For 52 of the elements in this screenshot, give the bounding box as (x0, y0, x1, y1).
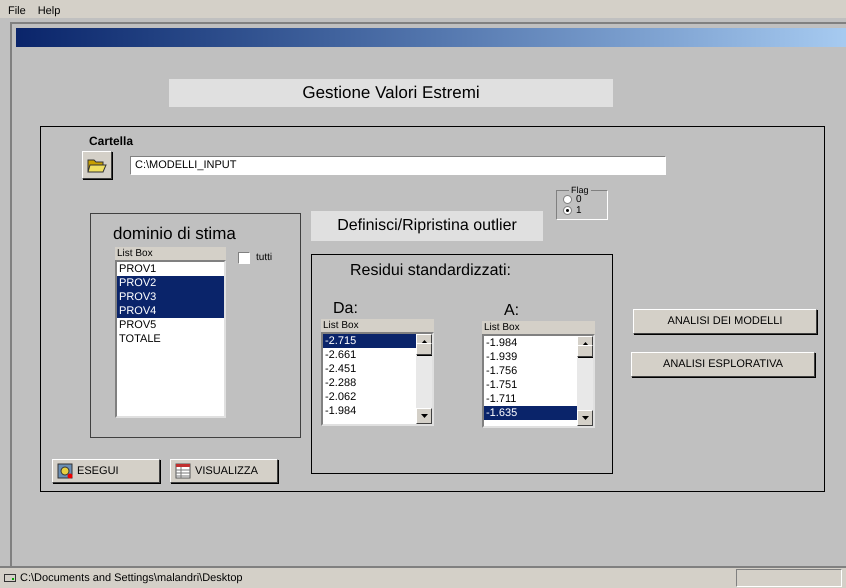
list-item[interactable]: -1.984 (323, 404, 416, 418)
list-box[interactable]: -2.715 -2.661 -2.451 -2.288 -2.062 -1.984 (321, 332, 434, 426)
outlier-label: Definisci/Ripristina outlier (311, 211, 543, 241)
radio-label: 0 (576, 194, 582, 205)
analysis-button[interactable]: ANALISI DEI MODELLI (633, 309, 817, 334)
list-item[interactable]: -2.288 (323, 376, 416, 390)
list-item[interactable]: PROV2 (117, 276, 224, 290)
folder-label: Cartella (89, 134, 134, 149)
scroll-bar[interactable] (577, 336, 593, 426)
checkbox[interactable] (238, 252, 250, 264)
action-button[interactable]: VISUALIZZA (170, 459, 278, 483)
list-item[interactable]: PROV3 (117, 290, 224, 304)
list-item[interactable]: TOTALE (117, 332, 224, 346)
list-box[interactable]: PROV1 PROV2 PROV3 PROV4 PROV5 TOTALE (115, 260, 226, 418)
form-heading: Gestione Valori Estremi (169, 79, 613, 107)
list-item[interactable]: -1.984 (484, 336, 577, 350)
menu-item[interactable]: Help (38, 5, 60, 18)
residui-title: Residui standardizzati: (350, 261, 512, 281)
list-item[interactable]: -2.451 (323, 362, 416, 376)
analysis-button[interactable]: ANALISI ESPLORATIVA (631, 352, 815, 377)
open-folder-button[interactable] (82, 151, 112, 179)
checkbox-label: tutti (256, 251, 272, 265)
list-item[interactable]: -1.756 (484, 364, 577, 378)
action-button[interactable]: ESEGUI (52, 459, 160, 483)
list-label: Da: (333, 299, 359, 319)
list-item[interactable]: -2.661 (323, 348, 416, 362)
path-field[interactable]: C:\MODELLI_INPUT (130, 156, 666, 174)
status-text: C:\Documents and Settings\malandri\Desktop (20, 570, 243, 586)
menu-item[interactable]: File (8, 5, 26, 18)
domain-title: dominio di stima (113, 224, 237, 244)
radio-button[interactable] (563, 195, 572, 204)
scroll-bar[interactable] (416, 334, 432, 424)
table-icon (175, 463, 191, 479)
list-item[interactable]: PROV1 (117, 262, 224, 276)
list-item[interactable]: -1.711 (484, 392, 577, 406)
flag-title: Flag (569, 185, 591, 195)
folder-icon (87, 157, 107, 173)
list-label: A: (504, 301, 520, 321)
list-item[interactable]: -2.715 (323, 334, 416, 348)
list-item[interactable]: -1.939 (484, 350, 577, 364)
list-box[interactable]: -1.984 -1.939 -1.756 -1.751 -1.711 -1.635 (482, 334, 595, 428)
list-item[interactable]: -1.635 (484, 406, 577, 420)
list-item[interactable]: -2.062 (323, 390, 416, 404)
list-caption: List Box (115, 247, 226, 260)
list-item[interactable]: -1.751 (484, 378, 577, 392)
drive-icon (4, 574, 16, 582)
list-caption: List Box (321, 319, 434, 332)
list-item[interactable]: PROV4 (117, 304, 224, 318)
list-caption: List Box (482, 321, 595, 334)
radio-label: 1 (576, 205, 582, 216)
radio-button[interactable] (563, 206, 572, 215)
list-item[interactable]: PROV5 (117, 318, 224, 332)
